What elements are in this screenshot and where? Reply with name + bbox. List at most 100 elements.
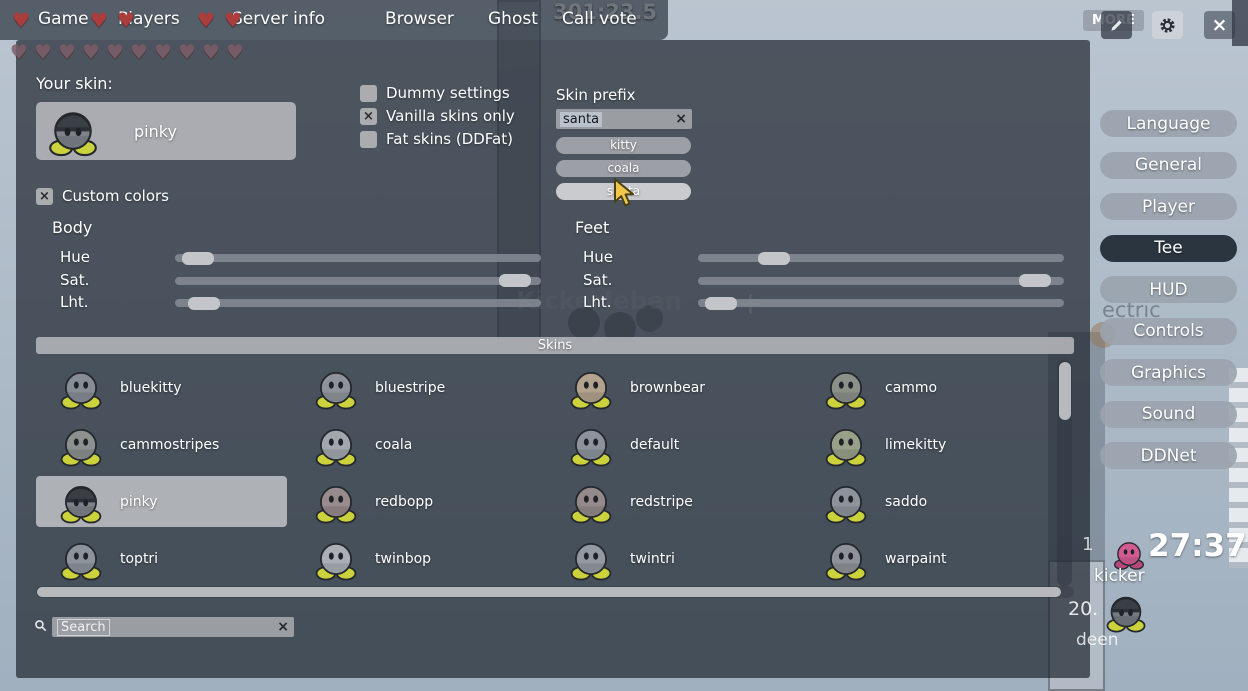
slider-body-hue[interactable] — [175, 254, 541, 262]
tee-avatar-bluestripe — [313, 365, 359, 411]
slider-feet-lht-[interactable] — [698, 299, 1064, 307]
menu-item-game[interactable]: Game — [38, 9, 89, 29]
skin-item-brownbear[interactable]: brownbear — [546, 359, 801, 416]
skin-prefix-input[interactable]: santa × — [556, 109, 692, 129]
prefix-suggestion-coala[interactable]: coala — [556, 160, 691, 177]
menu-item-ghost[interactable]: Ghost — [488, 9, 538, 29]
slider-handle[interactable] — [1019, 274, 1051, 287]
skin-item-warpaint[interactable]: warpaint — [801, 530, 1056, 587]
skin-name: redbopp — [375, 494, 433, 510]
skin-item-twintri[interactable]: twintri — [546, 530, 801, 587]
close-button[interactable]: × — [1204, 11, 1235, 39]
skin-item-cammostripes[interactable]: cammostripes — [36, 416, 291, 473]
skin-item-default[interactable]: default — [546, 416, 801, 473]
skin-item-bluestripe[interactable]: bluestripe — [291, 359, 546, 416]
slider-handle[interactable] — [758, 252, 790, 265]
skin-item-pinky[interactable]: pinky — [36, 476, 287, 527]
slider-label-feet-sat-: Sat. — [583, 271, 612, 289]
checkbox-custom-colors-box[interactable]: × — [36, 188, 53, 205]
tee-avatar-pinky — [58, 479, 104, 525]
tab-ddnet[interactable]: DDNet — [1100, 442, 1237, 469]
slider-feet-sat-[interactable] — [698, 277, 1064, 285]
pencil-icon — [1109, 18, 1124, 33]
scoreboard-rank-top: 1 — [1082, 534, 1093, 555]
slider-label-feet-hue: Hue — [583, 248, 613, 266]
settings-gear-button[interactable] — [1152, 11, 1183, 39]
armor-heart-icon: ♥ — [202, 40, 220, 64]
skin-name: cammo — [885, 380, 937, 396]
skin-item-twinbop[interactable]: twinbop — [291, 530, 546, 587]
health-heart-icon: ♥ — [224, 8, 242, 32]
skin-name: redstripe — [630, 494, 693, 510]
prefix-suggestion-kitty[interactable]: kitty — [556, 137, 691, 154]
tab-general[interactable]: General — [1100, 152, 1237, 179]
checkbox-dummy-settings-box[interactable] — [360, 85, 377, 102]
tab-language[interactable]: Language — [1100, 110, 1237, 137]
armor-heart-icon: ♥ — [58, 40, 76, 64]
checkbox-fat-skins-ddfat--box[interactable] — [360, 131, 377, 148]
vertical-scroll-handle[interactable] — [1059, 362, 1071, 420]
slider-handle[interactable] — [705, 297, 737, 310]
armor-heart-icon: ♥ — [178, 40, 196, 64]
slider-handle[interactable] — [182, 252, 214, 265]
skin-item-redbopp[interactable]: redbopp — [291, 473, 546, 530]
skin-item-bluekitty[interactable]: bluekitty — [36, 359, 291, 416]
skin-name: brownbear — [630, 380, 705, 396]
slider-handle[interactable] — [499, 274, 531, 287]
tee-avatar-warpaint — [823, 536, 869, 582]
skin-name: coala — [375, 437, 412, 453]
armor-heart-icon: ♥ — [130, 40, 148, 64]
health-heart-icon: ♥ — [12, 8, 30, 32]
menu-item-call-vote[interactable]: Call vote — [562, 9, 637, 29]
game-screen: Kickerleben ectric + 301:23.5 GamePlayer… — [0, 0, 1248, 691]
skin-item-toptri[interactable]: toptri — [36, 530, 291, 587]
tab-tee[interactable]: Tee — [1100, 235, 1237, 262]
tab-hud[interactable]: HUD — [1100, 276, 1237, 303]
slider-label-feet-lht-: Lht. — [583, 293, 612, 311]
skins-horizontal-scrollbar[interactable] — [36, 586, 1074, 598]
armor-heart-icon: ♥ — [34, 40, 52, 64]
skin-item-cammo[interactable]: cammo — [801, 359, 1056, 416]
gear-icon — [1158, 16, 1177, 35]
checkbox-vanilla-skins-only-box[interactable]: × — [360, 108, 377, 125]
menu-item-browser[interactable]: Browser — [385, 9, 454, 29]
tee-avatar-redstripe — [568, 479, 614, 525]
editor-pencil-button[interactable] — [1101, 11, 1132, 39]
search-input[interactable]: Search × — [52, 617, 294, 637]
tab-player[interactable]: Player — [1100, 193, 1237, 220]
checkbox-fat-skins-ddfat-: Fat skins (DDFat) — [360, 130, 513, 148]
armor-heart-icon: ♥ — [10, 40, 28, 64]
skin-name: default — [630, 437, 679, 453]
clear-search-icon[interactable]: × — [274, 620, 292, 634]
tee-avatar-brownbear — [568, 365, 614, 411]
tee-avatar-cammostripes — [58, 422, 104, 468]
skin-item-limekitty[interactable]: limekitty — [801, 416, 1056, 473]
clear-prefix-icon[interactable]: × — [672, 112, 690, 126]
skin-name: cammostripes — [120, 437, 219, 453]
slider-handle[interactable] — [188, 297, 220, 310]
skin-item-redstripe[interactable]: redstripe — [546, 473, 801, 530]
skins-section-header: Skins — [36, 337, 1074, 354]
skin-item-coala[interactable]: coala — [291, 416, 546, 473]
tee-avatar-limekitty — [823, 422, 869, 468]
tab-graphics[interactable]: Graphics — [1100, 359, 1237, 386]
slider-body-sat-[interactable] — [175, 277, 541, 285]
checkbox-dummy-settings-label: Dummy settings — [386, 84, 510, 102]
menu-item-server-info[interactable]: Server info — [232, 9, 325, 29]
checkbox-dummy-settings: Dummy settings — [360, 84, 510, 102]
checkbox-custom-colors: ×Custom colors — [36, 187, 169, 205]
skin-item-saddo[interactable]: saddo — [801, 473, 1056, 530]
horizontal-scroll-handle[interactable] — [37, 587, 1061, 597]
skin-name: warpaint — [885, 551, 947, 567]
slider-feet-hue[interactable] — [698, 254, 1064, 262]
section-label-body: Body — [52, 218, 92, 237]
tee-avatar-toptri — [58, 536, 104, 582]
slider-body-lht-[interactable] — [175, 299, 541, 307]
tab-sound[interactable]: Sound — [1100, 401, 1237, 428]
health-heart-icon: ♥ — [90, 8, 108, 32]
armor-heart-icon: ♥ — [106, 40, 124, 64]
skins-vertical-scrollbar[interactable] — [1057, 360, 1072, 586]
scoreboard-player-top: kicker — [1094, 566, 1145, 586]
skin-name: limekitty — [885, 437, 946, 453]
tab-controls[interactable]: Controls — [1100, 318, 1237, 345]
